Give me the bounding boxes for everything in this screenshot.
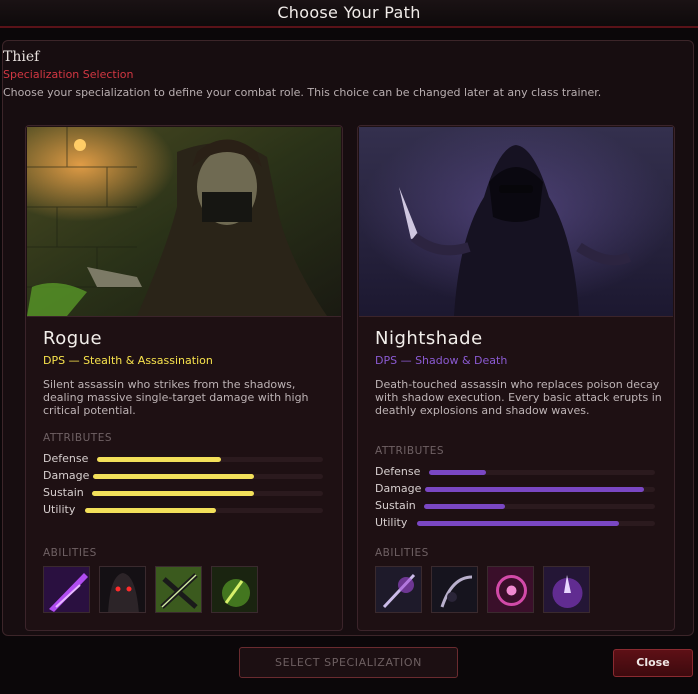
spec-card-rogue[interactable]: Rogue DPS — Stealth & Assassination Sile…: [25, 125, 343, 631]
attribute-bar: [92, 491, 323, 496]
green-poison-ability-icon[interactable]: [211, 566, 258, 613]
crossed-daggers-ability-icon[interactable]: [155, 566, 202, 613]
attributes-heading: ATTRIBUTES: [375, 445, 445, 457]
attributes-heading: ATTRIBUTES: [43, 432, 113, 444]
attribute-fill: [417, 521, 620, 526]
abilities-heading: ABILITIES: [375, 547, 429, 559]
death-sigil-ability-icon[interactable]: [487, 566, 534, 613]
attribute-sustain: Sustain: [375, 499, 655, 513]
attribute-damage: Damage: [375, 482, 655, 496]
spec-name: Rogue: [43, 328, 103, 349]
attribute-utility: Utility: [375, 516, 655, 530]
close-button[interactable]: Close: [613, 649, 693, 677]
attribute-label: Defense: [375, 465, 421, 478]
attribute-bar: [429, 470, 655, 475]
attribute-damage: Damage: [43, 469, 323, 483]
attribute-bar: [425, 487, 655, 492]
attribute-fill: [425, 487, 644, 492]
attribute-fill: [424, 504, 505, 509]
purple-slash-ability-icon[interactable]: [43, 566, 90, 613]
attribute-bar: [97, 457, 323, 462]
hooded-red-eyes-ability-icon[interactable]: [99, 566, 146, 613]
attribute-bar: [417, 521, 655, 526]
attribute-fill: [85, 508, 216, 513]
attribute-fill: [97, 457, 222, 462]
specialization-panel: Thief Specialization Selection Choose yo…: [2, 40, 694, 636]
attribute-fill: [92, 491, 254, 496]
shadow-blade-ability-icon[interactable]: [375, 566, 422, 613]
panel-subtitle: Specialization Selection: [3, 68, 134, 81]
attribute-label: Defense: [43, 452, 89, 465]
attribute-bar: [93, 474, 323, 479]
attribute-bar: [424, 504, 655, 509]
nightshade-portrait: [359, 127, 673, 317]
spec-description: Silent assassin who strikes from the sha…: [43, 378, 309, 417]
abilities-heading: ABILITIES: [43, 547, 97, 559]
select-specialization-button[interactable]: SELECT SPECIALIZATION: [239, 647, 458, 678]
spec-name: Nightshade: [375, 328, 483, 349]
attribute-label: Utility: [375, 516, 408, 529]
attribute-label: Sustain: [43, 486, 84, 499]
attribute-label: Damage: [43, 469, 90, 482]
attribute-utility: Utility: [43, 503, 323, 517]
attribute-label: Utility: [43, 503, 76, 516]
window-titlebar: Choose Your Path: [0, 0, 698, 28]
spec-card-nightshade[interactable]: Nightshade DPS — Shadow & Death Death-to…: [357, 125, 675, 631]
spec-description: Death-touched assassin who replaces pois…: [375, 378, 662, 417]
attribute-fill: [429, 470, 486, 475]
reaper-scythe-ability-icon[interactable]: [431, 566, 478, 613]
panel-description: Choose your specialization to define you…: [3, 86, 602, 99]
spec-role: DPS — Stealth & Assassination: [43, 354, 213, 367]
attribute-bar: [85, 508, 323, 513]
attribute-label: Sustain: [375, 499, 416, 512]
window-title: Choose Your Path: [277, 3, 421, 22]
attribute-sustain: Sustain: [43, 486, 323, 500]
shadow-burst-ability-icon[interactable]: [543, 566, 590, 613]
rogue-portrait: [27, 127, 341, 317]
attribute-fill: [93, 474, 254, 479]
attribute-defense: Defense: [375, 465, 655, 479]
attribute-label: Damage: [375, 482, 422, 495]
attribute-defense: Defense: [43, 452, 323, 466]
spec-role: DPS — Shadow & Death: [375, 354, 508, 367]
class-name: Thief: [3, 49, 40, 65]
